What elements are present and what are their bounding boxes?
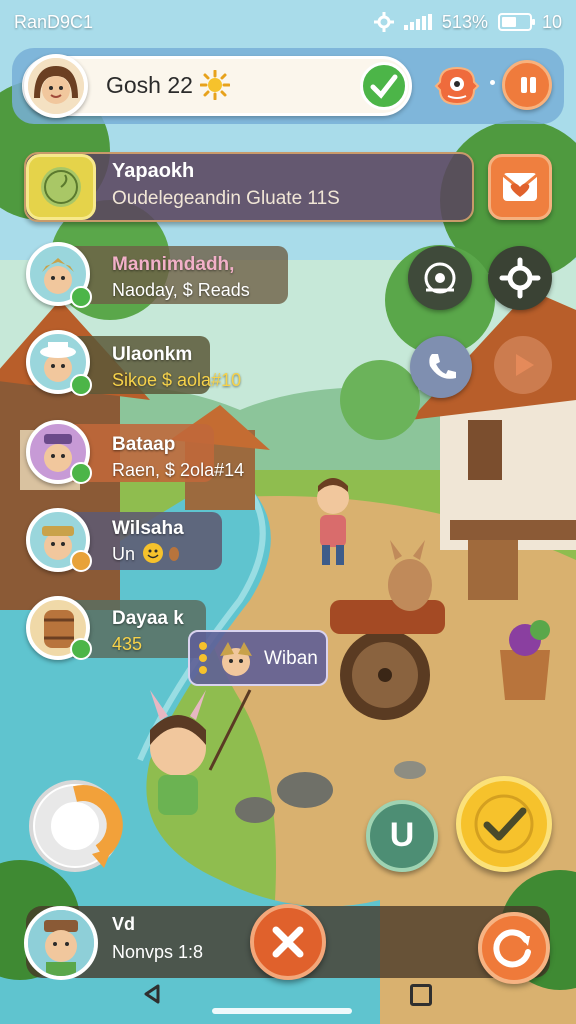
dots-icon bbox=[199, 642, 207, 674]
mail-button[interactable] bbox=[488, 154, 552, 220]
quest-subtitle: Oudelegeandin Gluate 11S bbox=[112, 188, 340, 209]
nav-recent-icon[interactable] bbox=[410, 984, 432, 1006]
check-badge-icon bbox=[70, 638, 92, 660]
villager-status: Raen, $ 2ola#14 bbox=[112, 460, 245, 480]
settings-gear-icon bbox=[373, 12, 394, 32]
check-badge-icon bbox=[70, 462, 92, 484]
sun-icon bbox=[200, 70, 230, 100]
battery-icon bbox=[497, 13, 535, 31]
system-nav-bar bbox=[0, 972, 576, 1024]
bottom-subtitle: Nonvps 1:8 bbox=[112, 942, 204, 962]
play-icon bbox=[516, 354, 534, 376]
villager-face-icon bbox=[28, 910, 94, 976]
villager-name: Mannimdadh, bbox=[112, 254, 235, 275]
battery-text: 513% bbox=[441, 11, 488, 32]
snail-icon bbox=[41, 167, 81, 207]
close-icon bbox=[272, 926, 304, 958]
seed-icon bbox=[169, 547, 179, 561]
retry-icon bbox=[493, 929, 531, 968]
villager-status: Sikoe $ aola#10 bbox=[112, 370, 242, 390]
check-badge-icon bbox=[70, 286, 92, 308]
villager-name: Wilsaha bbox=[112, 518, 184, 539]
checkmark-icon bbox=[474, 794, 534, 854]
smiley-icon bbox=[143, 543, 163, 563]
gear-icon bbox=[499, 257, 541, 299]
pause-button[interactable] bbox=[502, 60, 552, 110]
monster-icon[interactable] bbox=[432, 62, 482, 110]
star-badge-icon bbox=[70, 550, 92, 572]
carrier-label: RanD9C1 bbox=[14, 11, 94, 32]
daily-check-button[interactable] bbox=[360, 62, 408, 110]
close-button[interactable] bbox=[250, 904, 326, 980]
mail-heart-icon bbox=[502, 173, 538, 201]
settings-button[interactable] bbox=[488, 246, 552, 310]
nav-home-pill[interactable] bbox=[212, 1008, 352, 1014]
video-button[interactable] bbox=[494, 336, 552, 394]
signal-icon bbox=[403, 14, 432, 30]
quest-icon bbox=[26, 154, 96, 220]
call-button[interactable] bbox=[410, 336, 472, 398]
radar-button[interactable] bbox=[408, 246, 472, 310]
battery-fill bbox=[501, 17, 516, 27]
nav-back-icon[interactable] bbox=[140, 982, 164, 1006]
bottom-title: Vd bbox=[112, 914, 136, 934]
player-name: Gosh 22 bbox=[106, 72, 193, 98]
villager-status: Naoday, $ Reads bbox=[112, 280, 250, 300]
phone-icon bbox=[429, 354, 456, 379]
villager-status: 435 bbox=[112, 634, 143, 654]
clock: 10 bbox=[541, 11, 562, 32]
villager-name: Bataap bbox=[112, 434, 176, 455]
status-icons: 513% 10 bbox=[373, 11, 562, 33]
refresh-ring-button[interactable] bbox=[22, 768, 128, 884]
checkmark-icon bbox=[370, 74, 398, 99]
confirm-button[interactable] bbox=[456, 776, 552, 872]
villager-status: Un bbox=[112, 544, 136, 564]
u-button[interactable]: U bbox=[366, 800, 438, 872]
quest-title: Yapaokh bbox=[112, 160, 195, 182]
villager-name: Ulaonkm bbox=[112, 344, 193, 365]
radar-icon bbox=[424, 262, 456, 294]
status-bar: RanD9C1 513% 10 bbox=[0, 0, 576, 44]
bottom-avatar[interactable] bbox=[24, 906, 98, 980]
player-face-icon bbox=[28, 58, 84, 114]
check-badge-icon bbox=[70, 374, 92, 396]
notification-dot bbox=[490, 80, 495, 85]
villager-name: Dayaa k bbox=[112, 608, 184, 629]
wiban-face-icon bbox=[220, 642, 252, 676]
player-avatar[interactable] bbox=[24, 54, 88, 118]
wiban-label: Wiban bbox=[264, 648, 318, 669]
